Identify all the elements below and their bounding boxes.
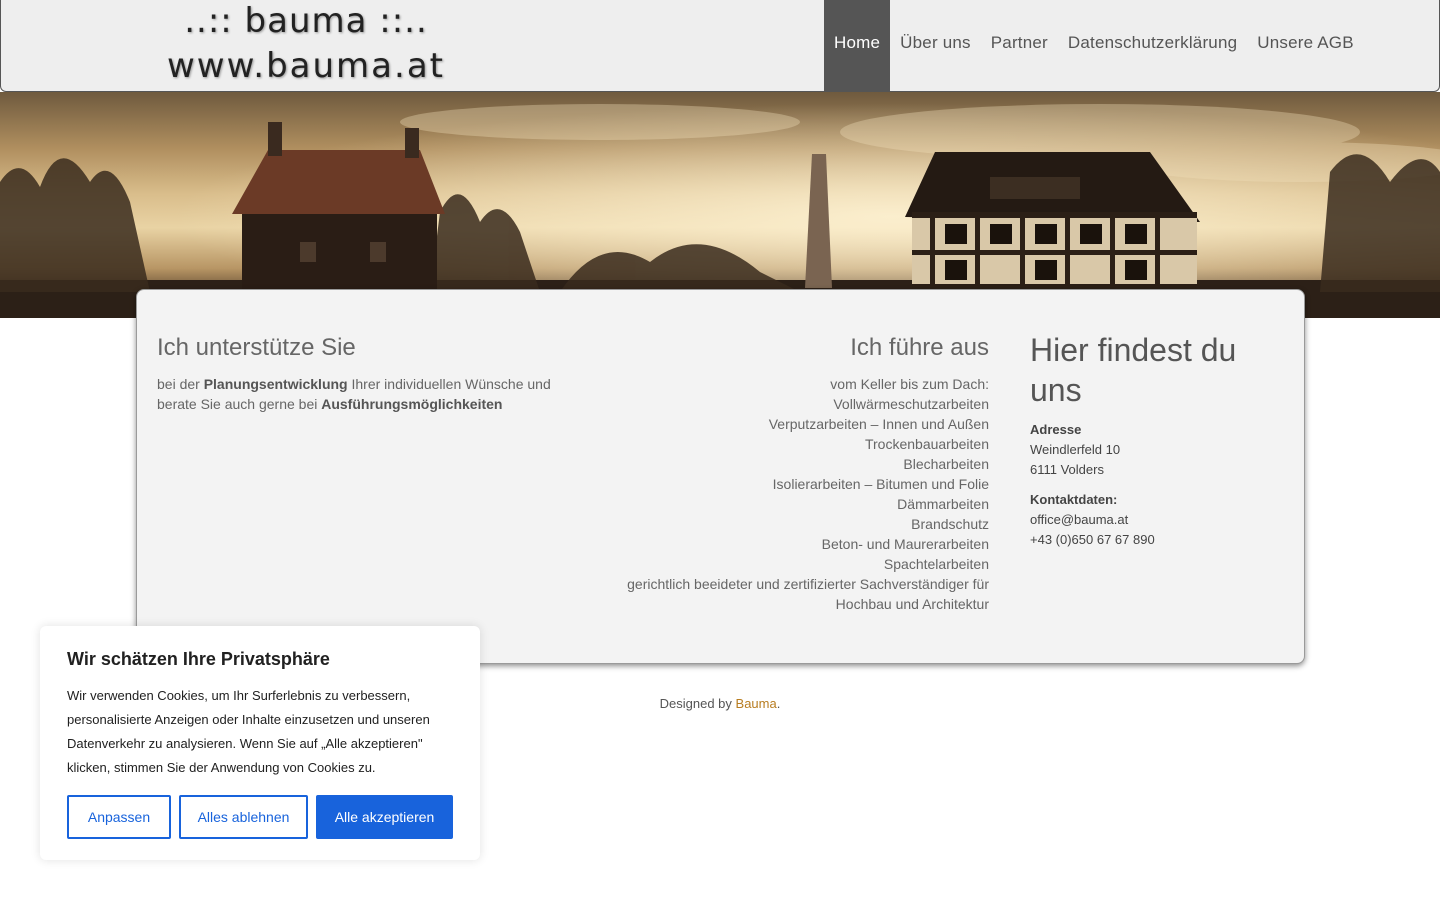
nav-datenschutz[interactable]: Datenschutzerklärung — [1058, 0, 1247, 91]
service-item: vom Keller bis zum Dach: — [830, 376, 989, 392]
footer-link[interactable]: Bauma — [736, 696, 777, 711]
footer-prefix: Designed by — [659, 696, 736, 711]
main-nav: Home Über uns Partner Datenschutzerkläru… — [824, 0, 1364, 91]
accept-all-button[interactable]: Alle akzeptieren — [316, 795, 453, 839]
cookie-title: Wir schätzen Ihre Privatsphäre — [67, 649, 330, 669]
address-label: Adresse — [1030, 422, 1082, 437]
support-text-1: bei der — [157, 376, 204, 392]
service-item: Beton- und Maurerarbeiten — [821, 536, 989, 552]
nav-home[interactable]: Home — [824, 0, 891, 91]
hero-image — [0, 92, 1440, 318]
site-header: ..:: bauma ::.. www.bauma.at Home Über u… — [0, 0, 1440, 92]
service-item: Blecharbeiten — [903, 456, 989, 472]
contact-heading: Hier findest du uns — [1030, 332, 1237, 408]
contact-phone[interactable]: +43 (0)650 67 67 890 — [1030, 530, 1290, 550]
service-item: Spachtelarbeiten — [883, 556, 989, 572]
support-bold-1: Planungsentwicklung — [203, 376, 348, 392]
service-item: Vollwärmeschutzarbeiten — [833, 396, 989, 412]
service-item: Trockenbauarbeiten — [864, 436, 989, 452]
nav-agb[interactable]: Unsere AGB — [1247, 0, 1364, 91]
services-heading: Ich führe aus — [850, 334, 989, 361]
services-section: Ich führe aus vom Keller bis zum Dach: V… — [569, 332, 989, 614]
nav-partner[interactable]: Partner — [981, 0, 1058, 91]
cookie-buttons: Anpassen Alles ablehnen Alle akzeptieren — [67, 795, 461, 839]
support-section: Ich unterstütze Sie bei der Planungsentw… — [157, 332, 557, 414]
footer-suffix: . — [776, 696, 781, 711]
contact-label: Kontaktdaten: — [1030, 492, 1118, 507]
service-item: Isolierarbeiten – Bitumen und Folie — [772, 476, 989, 492]
contact-details: Adresse Weindlerfeld 10 6111 Volders Kon… — [1030, 420, 1290, 550]
service-item: Brandschutz — [911, 516, 989, 532]
site-logo[interactable]: ..:: bauma ::.. www.bauma.at — [161, 0, 451, 90]
logo-line-2: www.bauma.at — [166, 46, 445, 86]
services-list: vom Keller bis zum Dach: Vollwärmeschutz… — [569, 374, 989, 614]
address-city: 6111 Volders — [1030, 462, 1104, 477]
address-street: Weindlerfeld 10 — [1030, 442, 1121, 457]
service-item: gerichtlich beeideter und zertifizierter… — [627, 576, 989, 612]
support-text: bei der Planungsentwicklung Ihrer indivi… — [157, 374, 557, 414]
cookie-banner: Wir schätzen Ihre Privatsphäre Wir verwe… — [40, 626, 480, 860]
nav-ueber-uns[interactable]: Über uns — [890, 0, 981, 91]
logo-line-1: ..:: bauma ::.. — [184, 1, 428, 41]
support-bold-2: Ausführungsmöglichkeiten — [321, 396, 503, 412]
customize-button[interactable]: Anpassen — [67, 795, 171, 839]
support-heading: Ich unterstütze Sie — [157, 334, 356, 361]
cookie-text: Wir verwenden Cookies, um Ihr Surferlebn… — [67, 688, 430, 775]
service-item: Verputzarbeiten – Innen und Außen — [768, 416, 989, 432]
hero-landscape — [0, 92, 1440, 318]
contact-email[interactable]: office@bauma.at — [1030, 510, 1290, 530]
content-card: Ich unterstütze Sie bei der Planungsentw… — [136, 289, 1305, 664]
service-item: Dämmarbeiten — [897, 496, 989, 512]
reject-all-button[interactable]: Alles ablehnen — [179, 795, 308, 839]
contact-section: Hier findest du uns Adresse Weindlerfeld… — [1030, 330, 1290, 550]
